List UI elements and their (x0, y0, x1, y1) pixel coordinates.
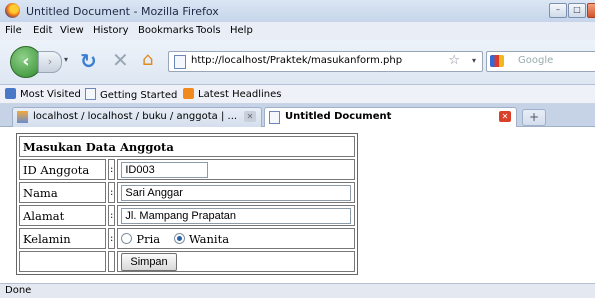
menu-edit[interactable]: Edit (33, 25, 52, 36)
minimize-button[interactable]: – (549, 3, 567, 18)
close-window-button[interactable] (587, 3, 595, 18)
tab-untitled-document[interactable]: Untitled Document ✕ (264, 107, 517, 127)
menu-view[interactable]: View (60, 25, 84, 36)
simpan-button[interactable]: Simpan (121, 252, 177, 271)
maximize-button[interactable]: □ (568, 3, 586, 18)
page-content: Masukan Data Anggota ID Anggota : Nama :… (0, 127, 595, 283)
separator-empty (108, 251, 116, 272)
radio-label-wanita: Wanita (188, 231, 230, 246)
page-icon (269, 111, 280, 124)
url-bar[interactable]: http://localhost/Praktek/masukanform.php… (168, 51, 483, 72)
tab-label: localhost / localhost / buku / anggota |… (33, 111, 238, 122)
menu-tools[interactable]: Tools (196, 25, 221, 36)
radio-label-pria: Pria (136, 231, 161, 246)
alamat-input[interactable] (121, 207, 352, 224)
separator: : (108, 228, 116, 249)
google-icon (490, 55, 504, 67)
window-title: Untitled Document - Mozilla Firefox (26, 5, 219, 18)
alamat-label: Alamat (19, 205, 106, 226)
firefox-logo-icon (5, 3, 20, 18)
tab-label: Untitled Document (285, 111, 392, 122)
history-dropdown-icon[interactable]: ▾ (64, 55, 68, 64)
rss-icon (183, 88, 194, 99)
tab-close-icon[interactable]: ✕ (244, 111, 256, 122)
member-form: Masukan Data Anggota ID Anggota : Nama :… (16, 133, 359, 275)
menu-bar: File Edit View History Bookmarks Tools H… (0, 22, 595, 40)
url-dropdown-icon[interactable]: ▾ (472, 56, 476, 65)
navigation-toolbar: ‹ › ▾ ↻ ✕ ⌂ http://localhost/Praktek/mas… (0, 40, 595, 85)
most-visited-icon (5, 88, 16, 99)
bookmarks-toolbar: Most Visited Getting Started Latest Head… (0, 85, 595, 104)
home-icon[interactable]: ⌂ (142, 49, 153, 70)
radio-pria[interactable] (121, 232, 133, 244)
alamat-cell (117, 205, 356, 226)
id-anggota-input[interactable] (121, 161, 209, 178)
menu-bookmarks[interactable]: Bookmarks (138, 25, 194, 36)
submit-cell: Simpan (117, 251, 356, 272)
tab-close-icon[interactable]: ✕ (499, 111, 511, 122)
stop-icon[interactable]: ✕ (112, 48, 129, 72)
id-cell (117, 159, 356, 180)
search-input[interactable]: Google (514, 51, 595, 72)
bookmark-label: Most Visited (20, 89, 81, 100)
status-text: Done (5, 285, 32, 296)
id-label: ID Anggota (19, 159, 106, 180)
search-engine-selector[interactable] (486, 51, 516, 72)
page-icon (85, 88, 96, 100)
empty-cell (19, 251, 106, 272)
reload-icon[interactable]: ↻ (80, 49, 97, 73)
new-tab-button[interactable]: + (522, 109, 546, 126)
form-heading: Masukan Data Anggota (19, 136, 356, 157)
bookmark-label: Getting Started (100, 90, 178, 101)
bookmark-getting-started[interactable]: Getting Started (85, 88, 177, 101)
bookmark-most-visited[interactable]: Most Visited (5, 88, 81, 100)
kelamin-cell: Pria Wanita (117, 228, 356, 249)
separator: : (108, 159, 116, 180)
menu-file[interactable]: File (5, 25, 22, 36)
bookmark-label: Latest Headlines (198, 89, 282, 100)
nama-label: Nama (19, 182, 106, 203)
title-bar: Untitled Document - Mozilla Firefox – □ (0, 0, 595, 23)
phpmyadmin-icon (17, 111, 28, 123)
url-text: http://localhost/Praktek/masukanform.php (191, 55, 403, 66)
search-placeholder: Google (518, 55, 554, 66)
menu-history[interactable]: History (93, 25, 129, 36)
page-icon (174, 55, 186, 69)
separator: : (108, 205, 116, 226)
radio-wanita[interactable] (173, 232, 185, 244)
separator: : (108, 182, 116, 203)
tab-strip: localhost / localhost / buku / anggota |… (0, 104, 595, 127)
nama-input[interactable] (121, 184, 352, 201)
bookmark-latest-headlines[interactable]: Latest Headlines (183, 88, 282, 100)
nama-cell (117, 182, 356, 203)
kelamin-label: Kelamin (19, 228, 106, 249)
status-bar: Done (0, 283, 595, 298)
menu-help[interactable]: Help (230, 25, 253, 36)
forward-button[interactable]: › (38, 51, 62, 73)
bookmark-star-icon[interactable]: ☆ (448, 53, 460, 68)
tab-phpmyadmin[interactable]: localhost / localhost / buku / anggota |… (12, 107, 262, 127)
